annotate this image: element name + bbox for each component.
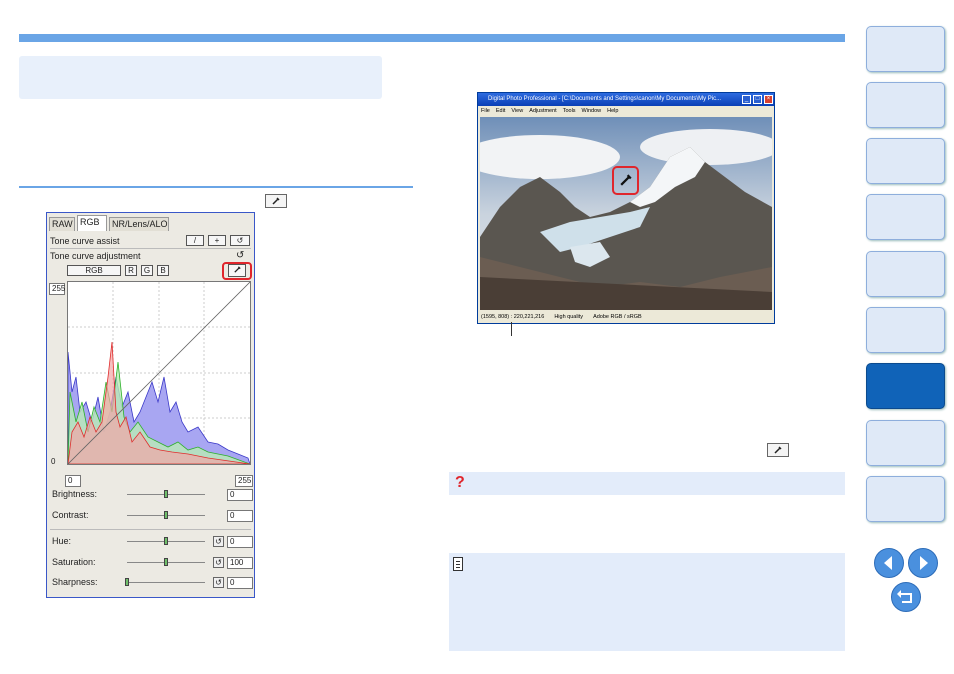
- hue-slider-thumb[interactable]: [164, 537, 168, 545]
- menu-help[interactable]: Help: [607, 106, 618, 116]
- menu-edit[interactable]: Edit: [496, 106, 505, 116]
- hue-value[interactable]: 0: [227, 536, 253, 548]
- input-max-field[interactable]: 255: [235, 475, 253, 487]
- sharpness-label: Sharpness:: [52, 577, 98, 587]
- sidebar-item-2[interactable]: [866, 82, 945, 128]
- subsection-rule: [19, 186, 413, 188]
- close-icon[interactable]: ×: [764, 95, 773, 104]
- sidebar-item-8[interactable]: [866, 420, 945, 466]
- sidebar-item-5[interactable]: [866, 251, 945, 297]
- status-pixel-values: (1595, 808) : 220,221,216: [481, 314, 545, 320]
- memo-icon: [453, 557, 463, 571]
- menu-view[interactable]: View: [511, 106, 523, 116]
- contrast-slider-thumb[interactable]: [164, 511, 168, 519]
- tab-rgb[interactable]: RGB: [77, 215, 107, 231]
- tone-curve-panel: RAW RGB NR/Lens/ALO Tone curve assist / …: [46, 212, 255, 598]
- menu-bar: File Edit View Adjustment Tools Window H…: [478, 106, 774, 116]
- eyedropper-icon: [767, 443, 789, 457]
- status-quality: High quality: [554, 314, 584, 320]
- tab-raw[interactable]: RAW: [49, 217, 75, 231]
- sidebar-item-9[interactable]: [866, 476, 945, 522]
- return-icon[interactable]: [891, 582, 921, 612]
- sharpness-slider-thumb[interactable]: [125, 578, 129, 586]
- brightness-slider-thumb[interactable]: [164, 490, 168, 498]
- channel-rgb-button[interactable]: RGB: [67, 265, 121, 276]
- tone-curve-adjustment-row: Tone curve adjustment ↺: [50, 249, 251, 263]
- saturation-slider-thumb[interactable]: [164, 558, 168, 566]
- contrast-value[interactable]: 0: [227, 510, 253, 522]
- sidebar-item-6[interactable]: [866, 307, 945, 353]
- menu-file[interactable]: File: [481, 106, 490, 116]
- curve-reset-icon[interactable]: ↺: [236, 249, 244, 263]
- brightness-value[interactable]: 0: [227, 489, 253, 501]
- callout-line: [511, 322, 512, 336]
- saturation-value[interactable]: 100: [227, 557, 253, 569]
- question-mark-icon: ?: [455, 474, 465, 491]
- contrast-label: Contrast:: [52, 510, 89, 520]
- eyedropper-icon: [265, 194, 287, 208]
- tab-nr-lens-alo[interactable]: NR/Lens/ALO: [109, 217, 169, 231]
- menu-window[interactable]: Window: [582, 106, 602, 116]
- minimize-icon[interactable]: _: [742, 95, 751, 104]
- sidebar-item-3[interactable]: [866, 138, 945, 184]
- dpp-window: Digital Photo Professional - [C:\Documen…: [477, 92, 775, 324]
- assist-plus-button[interactable]: +: [208, 235, 226, 246]
- divider: [50, 529, 251, 530]
- tone-curve-adjustment-label: Tone curve adjustment: [50, 251, 141, 261]
- tone-curve-assist-row: Tone curve assist / + ↺: [50, 234, 251, 249]
- channel-row: RGB R G B: [50, 264, 251, 278]
- arrow-right-icon[interactable]: [908, 548, 938, 578]
- section-title-box: [19, 56, 382, 99]
- channel-b-button[interactable]: B: [157, 265, 169, 276]
- sharpness-slider-track[interactable]: [127, 582, 205, 583]
- graph-min-label: 0: [51, 457, 56, 466]
- channel-g-button[interactable]: G: [141, 265, 153, 276]
- eyedropper-cursor-highlight: [612, 166, 639, 195]
- brightness-label: Brightness:: [52, 489, 98, 499]
- graph-max-label: 255: [49, 283, 65, 295]
- mountain-photo[interactable]: [480, 117, 772, 310]
- window-title: Digital Photo Professional - [C:\Documen…: [478, 93, 774, 106]
- sidebar-item-1[interactable]: [866, 26, 945, 72]
- saturation-label: Saturation:: [52, 557, 96, 567]
- sharpness-reset-icon[interactable]: ↺: [213, 577, 224, 588]
- eyedropper-highlight: [222, 262, 252, 280]
- top-rule: [19, 34, 845, 42]
- assist-reset-button[interactable]: ↺: [230, 235, 250, 246]
- note-box: [449, 553, 845, 651]
- panel-tabs: RAW RGB NR/Lens/ALO: [47, 213, 254, 231]
- saturation-reset-icon[interactable]: ↺: [213, 557, 224, 568]
- input-min-field[interactable]: 0: [65, 475, 81, 487]
- hue-label: Hue:: [52, 536, 72, 546]
- arrow-left-icon[interactable]: [874, 548, 904, 578]
- histogram-svg: [67, 281, 251, 465]
- sidebar-item-4[interactable]: [866, 194, 945, 240]
- assist-auto-button[interactable]: /: [186, 235, 204, 246]
- menu-adjustment[interactable]: Adjustment: [529, 106, 557, 116]
- status-color-space: Adobe RGB / sRGB: [593, 314, 642, 320]
- channel-r-button[interactable]: R: [125, 265, 137, 276]
- eyedropper-icon: [620, 174, 632, 186]
- tone-curve-assist-label: Tone curve assist: [50, 236, 120, 246]
- menu-tools[interactable]: Tools: [563, 106, 576, 116]
- sharpness-value[interactable]: 0: [227, 577, 253, 589]
- help-bar: ?: [449, 472, 845, 495]
- sidebar-item-7-active[interactable]: [866, 363, 945, 409]
- tone-curve-graph[interactable]: [67, 281, 251, 465]
- hue-reset-icon[interactable]: ↺: [213, 536, 224, 547]
- maximize-icon[interactable]: □: [753, 95, 762, 104]
- status-bar: (1595, 808) : 220,221,216 High quality A…: [478, 311, 774, 323]
